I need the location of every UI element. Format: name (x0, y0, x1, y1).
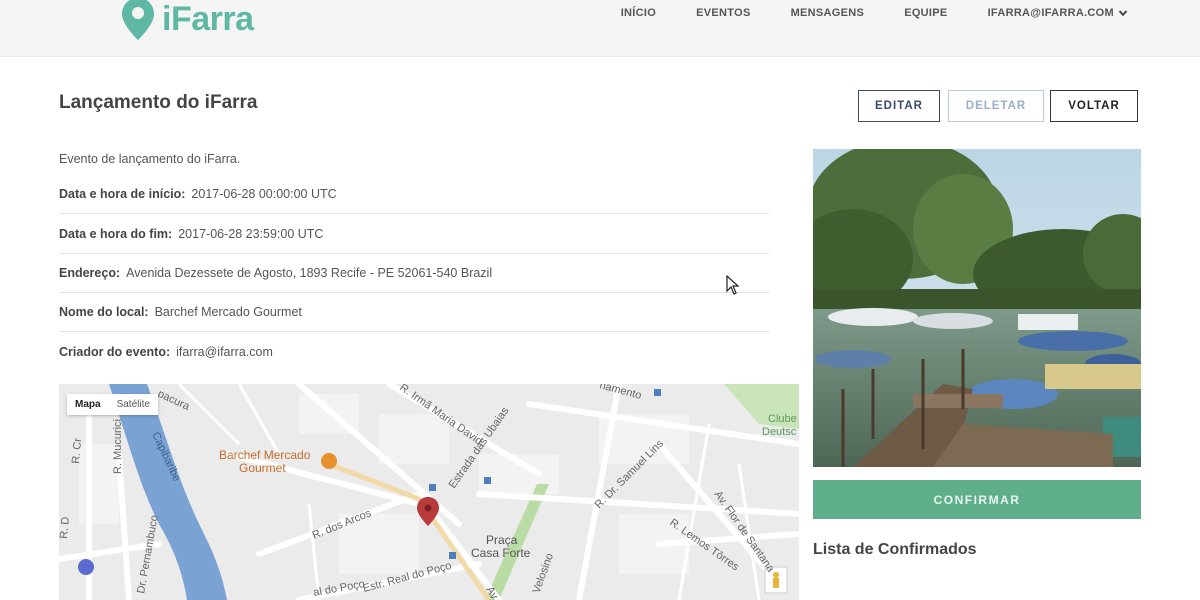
restaurant-marker-icon[interactable] (321, 453, 337, 469)
field-creator-label: Criador do evento: (59, 345, 171, 359)
event-photo-image (813, 149, 1141, 467)
account-email: IFARRA@IFARRA.COM (987, 7, 1114, 19)
divider (59, 253, 769, 254)
event-photo (813, 149, 1141, 467)
main-nav: INÍCIO EVENTOS MENSAGENS EQUIPE IFARRA@I… (581, 7, 1128, 19)
account-menu[interactable]: IFARRA@IFARRA.COM (988, 7, 1128, 19)
field-creator-value: ifarra@ifarra.com (176, 345, 273, 359)
map-type-satellite[interactable]: Satélite (109, 394, 158, 415)
nav-equipe[interactable]: EQUIPE (904, 7, 947, 19)
map-type-toggle: Mapa Satélite (67, 394, 158, 415)
brand-logo[interactable]: iFarra (120, 0, 254, 42)
map-label-place: Barchef Mercado (219, 448, 311, 462)
delete-button[interactable]: DELETAR (948, 90, 1044, 122)
map-type-map[interactable]: Mapa (67, 394, 109, 415)
map-label-street: R. Cr (70, 437, 84, 464)
brand-name: iFarra (162, 0, 254, 38)
back-button[interactable]: VOLTAR (1050, 90, 1138, 122)
field-start: Data e hora de início: 2017-06-28 00:00:0… (59, 187, 769, 201)
map-label-club: Clube (768, 413, 797, 425)
map-label-street: R. D (59, 516, 72, 539)
field-venue-label: Nome do local: (59, 305, 149, 319)
field-address-value: Avenida Dezessete de Agosto, 1893 Recife… (126, 266, 493, 280)
map-label-club: Deutsc (762, 426, 797, 438)
nav-mensagens[interactable]: MENSAGENS (791, 7, 865, 19)
nav-inicio[interactable]: INÍCIO (621, 7, 656, 19)
confirmed-list-title: Lista de Confirmados (813, 541, 977, 558)
page-title: Lançamento do iFarra (59, 92, 258, 113)
field-end: Data e hora do fim: 2017-06-28 23:59:00 U… (59, 227, 769, 241)
map-label-street: R. Mucurici (112, 419, 124, 474)
event-description: Evento de lançamento do iFarra. (59, 152, 241, 166)
field-venue: Nome do local: Barchef Mercado Gourmet (59, 305, 769, 319)
field-start-value: 2017-06-28 00:00:00 UTC (191, 187, 337, 201)
field-address: Endereço: Avenida Dezessete de Agosto, 18… (59, 266, 769, 280)
nav-eventos[interactable]: EVENTOS (696, 7, 750, 19)
edit-button[interactable]: EDITAR (858, 90, 940, 122)
divider (59, 331, 769, 332)
divider (59, 213, 769, 214)
top-navbar: iFarra INÍCIO EVENTOS MENSAGENS EQUIPE I… (0, 0, 1200, 57)
divider (59, 292, 769, 293)
chevron-down-icon (1118, 10, 1128, 17)
map-label-praca: Praça (486, 533, 518, 547)
map-label-place: Gourmet (239, 461, 286, 475)
location-map[interactable]: Barchef Mercado Gourmet Praça Casa Forte… (59, 384, 799, 600)
field-start-label: Data e hora de início: (59, 187, 186, 201)
field-address-label: Endereço: (59, 266, 121, 280)
field-creator: Criador do evento: ifarra@ifarra.com (59, 345, 769, 359)
field-end-value: 2017-06-28 23:59:00 UTC (178, 227, 324, 241)
map-canvas[interactable]: Barchef Mercado Gourmet Praça Casa Forte… (59, 384, 799, 600)
field-end-label: Data e hora do fim: (59, 227, 173, 241)
location-pin-icon (122, 0, 154, 40)
mouse-cursor-icon (726, 275, 740, 295)
map-label-praca: Casa Forte (471, 546, 531, 560)
field-venue-value: Barchef Mercado Gourmet (154, 305, 302, 319)
confirm-button[interactable]: CONFIRMAR (813, 480, 1141, 519)
